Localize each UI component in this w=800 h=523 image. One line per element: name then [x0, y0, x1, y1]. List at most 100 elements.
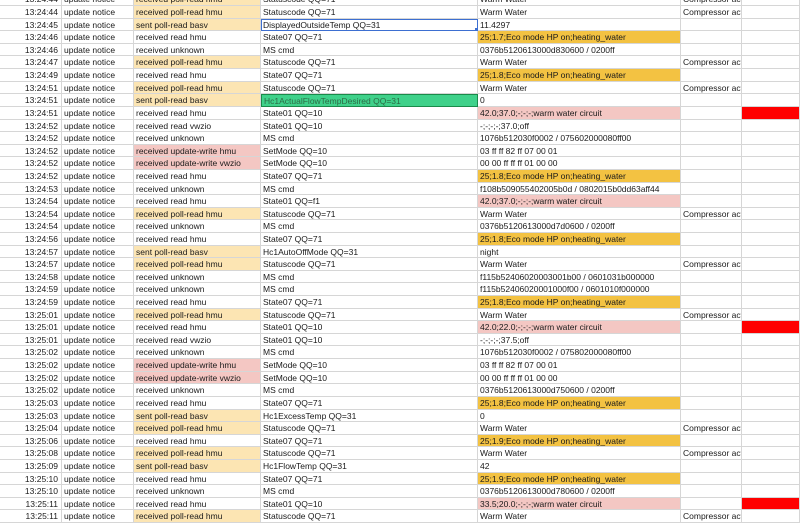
source-cell[interactable]: received unknown: [134, 384, 261, 397]
value-cell[interactable]: 11.4297: [478, 18, 681, 32]
flag-cell[interactable]: [742, 459, 800, 473]
message-cell[interactable]: MS cmd: [261, 182, 478, 196]
time-cell[interactable]: 13:25:01: [0, 321, 62, 334]
message-cell[interactable]: Hc1FlowTemp QQ=31: [261, 459, 478, 473]
extra-cell[interactable]: [681, 31, 742, 44]
message-cell[interactable]: Statuscode QQ=71: [261, 308, 478, 322]
extra-cell[interactable]: Compressor active: [681, 207, 742, 221]
source-cell[interactable]: received poll-read hmu: [134, 308, 261, 322]
time-cell[interactable]: 13:24:56: [0, 232, 62, 246]
value-cell[interactable]: 1076b512030f0002 / 075602000080ff00: [478, 132, 681, 145]
kind-cell[interactable]: update notice: [62, 434, 134, 448]
flag-cell[interactable]: [742, 144, 800, 158]
value-cell[interactable]: f115b52406020001000f00 / 0601010f000000: [478, 283, 681, 297]
message-cell[interactable]: State01 QQ=10: [261, 497, 478, 511]
time-cell[interactable]: 13:25:11: [0, 497, 62, 511]
kind-cell[interactable]: update notice: [62, 81, 134, 95]
value-cell[interactable]: 1076b512030f0002 / 075802000080ff00: [478, 346, 681, 360]
time-cell[interactable]: 13:25:02: [0, 384, 62, 397]
source-cell[interactable]: sent poll-read basv: [134, 459, 261, 473]
kind-cell[interactable]: update notice: [62, 195, 134, 208]
source-cell[interactable]: sent poll-read basv: [134, 409, 261, 423]
extra-cell[interactable]: [681, 296, 742, 309]
time-cell[interactable]: 13:24:47: [0, 56, 62, 70]
extra-cell[interactable]: Compressor active: [681, 81, 742, 95]
message-cell[interactable]: Statuscode QQ=71: [261, 258, 478, 271]
source-cell[interactable]: received read hmu: [134, 296, 261, 309]
value-cell[interactable]: Warm Water: [478, 422, 681, 435]
extra-cell[interactable]: [681, 94, 742, 107]
flag-cell[interactable]: [742, 321, 800, 334]
time-cell[interactable]: 13:24:59: [0, 283, 62, 297]
source-cell[interactable]: sent poll-read basv: [134, 18, 261, 32]
kind-cell[interactable]: update notice: [62, 346, 134, 360]
kind-cell[interactable]: update notice: [62, 459, 134, 473]
extra-cell[interactable]: [681, 270, 742, 284]
value-cell[interactable]: Warm Water: [478, 6, 681, 19]
source-cell[interactable]: received unknown: [134, 346, 261, 360]
flag-cell[interactable]: [742, 31, 800, 44]
flag-cell[interactable]: [742, 333, 800, 347]
value-cell[interactable]: 0376b5120613000d7d0600 / 0200ff: [478, 220, 681, 233]
message-cell[interactable]: Hc1AutoOffMode QQ=31: [261, 245, 478, 259]
message-cell[interactable]: MS cmd: [261, 485, 478, 498]
message-cell[interactable]: Statuscode QQ=71: [261, 81, 478, 95]
extra-cell[interactable]: [681, 396, 742, 410]
extra-cell[interactable]: [681, 283, 742, 297]
message-cell[interactable]: Hc1ExcessTemp QQ=31: [261, 409, 478, 423]
kind-cell[interactable]: update notice: [62, 31, 134, 44]
extra-cell[interactable]: [681, 485, 742, 498]
message-cell[interactable]: Statuscode QQ=71: [261, 510, 478, 523]
value-cell[interactable]: Warm Water: [478, 258, 681, 271]
flag-cell[interactable]: [742, 510, 800, 523]
flag-cell[interactable]: [742, 195, 800, 208]
value-cell[interactable]: 42.0;37.0;-;-;-;warm water circuit: [478, 106, 681, 120]
flag-cell[interactable]: [742, 270, 800, 284]
source-cell[interactable]: received read vwzio: [134, 119, 261, 133]
time-cell[interactable]: 13:24:46: [0, 31, 62, 44]
flag-cell[interactable]: [742, 308, 800, 322]
source-cell[interactable]: received poll-read hmu: [134, 422, 261, 435]
source-cell[interactable]: received update-write hmu: [134, 359, 261, 372]
flag-cell[interactable]: [742, 220, 800, 233]
source-cell[interactable]: received read hmu: [134, 232, 261, 246]
message-cell[interactable]: State01 QQ=10: [261, 119, 478, 133]
time-cell[interactable]: 13:24:52: [0, 157, 62, 170]
extra-cell[interactable]: [681, 497, 742, 511]
source-cell[interactable]: sent poll-read basv: [134, 94, 261, 107]
source-cell[interactable]: received update-write vwzio: [134, 371, 261, 385]
value-cell[interactable]: f115b52406020003001b00 / 0601031b000000: [478, 270, 681, 284]
flag-cell[interactable]: [742, 447, 800, 460]
value-cell[interactable]: 25;1.8;Eco mode HP on;heating_water: [478, 169, 681, 183]
extra-cell[interactable]: [681, 144, 742, 158]
extra-cell[interactable]: [681, 182, 742, 196]
flag-cell[interactable]: [742, 232, 800, 246]
extra-cell[interactable]: [681, 472, 742, 486]
flag-cell[interactable]: [742, 106, 800, 120]
flag-cell[interactable]: [742, 69, 800, 82]
message-cell[interactable]: Statuscode QQ=71: [261, 56, 478, 70]
extra-cell[interactable]: [681, 18, 742, 32]
message-cell[interactable]: SetMode QQ=10: [261, 157, 478, 170]
time-cell[interactable]: 13:25:02: [0, 359, 62, 372]
time-cell[interactable]: 13:24:52: [0, 169, 62, 183]
kind-cell[interactable]: update notice: [62, 296, 134, 309]
extra-cell[interactable]: [681, 346, 742, 360]
source-cell[interactable]: received unknown: [134, 43, 261, 57]
time-cell[interactable]: 13:25:09: [0, 459, 62, 473]
kind-cell[interactable]: update notice: [62, 497, 134, 511]
time-cell[interactable]: 13:24:54: [0, 207, 62, 221]
source-cell[interactable]: sent poll-read basv: [134, 245, 261, 259]
message-cell[interactable]: MS cmd: [261, 346, 478, 360]
flag-cell[interactable]: [742, 434, 800, 448]
value-cell[interactable]: 25;1.9;Eco mode HP on;heating_water: [478, 472, 681, 486]
message-cell[interactable]: State07 QQ=71: [261, 296, 478, 309]
message-cell[interactable]: SetMode QQ=10: [261, 359, 478, 372]
message-cell[interactable]: DisplayedOutsideTemp QQ=31: [261, 18, 478, 32]
source-cell[interactable]: received unknown: [134, 132, 261, 145]
time-cell[interactable]: 13:24:52: [0, 144, 62, 158]
value-cell[interactable]: 03 ff ff 82 ff 07 00 01: [478, 144, 681, 158]
extra-cell[interactable]: [681, 384, 742, 397]
kind-cell[interactable]: update notice: [62, 258, 134, 271]
kind-cell[interactable]: update notice: [62, 472, 134, 486]
